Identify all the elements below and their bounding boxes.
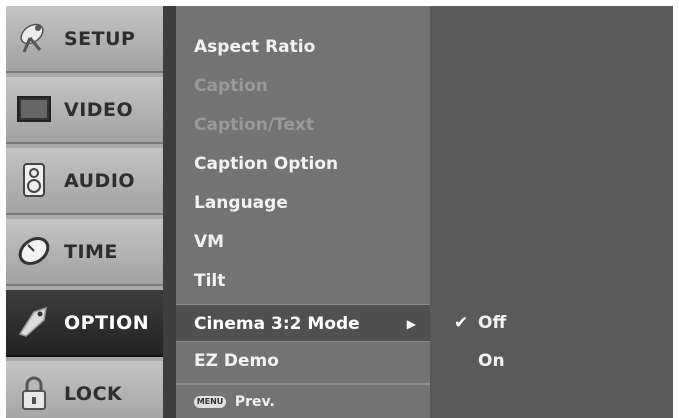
- tab-lock[interactable]: LOCK: [6, 361, 163, 418]
- tv-osd-screen: SETUP VIDEO AUDIO TIME OPTION LOCK Aspec…: [6, 6, 673, 418]
- menu-item-caption-option[interactable]: Caption Option: [176, 145, 430, 183]
- tab-label: LOCK: [64, 383, 123, 405]
- option-on[interactable]: On: [454, 342, 654, 380]
- menu-item-caption-text: Caption/Text: [194, 115, 315, 135]
- menu-item-label: Cinema 3:2 Mode: [194, 314, 360, 334]
- tab-label: VIDEO: [64, 99, 134, 121]
- menu-item-ez-demo[interactable]: EZ Demo: [176, 342, 430, 380]
- option-label: On: [478, 351, 505, 371]
- satellite-icon: [16, 20, 52, 56]
- menu-item-vm[interactable]: VM: [176, 223, 430, 261]
- speaker-icon: [16, 162, 52, 198]
- tv-icon: [16, 91, 52, 127]
- tag-icon: [16, 304, 52, 340]
- tab-video[interactable]: VIDEO: [6, 77, 163, 144]
- tab-option[interactable]: OPTION: [6, 290, 163, 357]
- menu-item-language[interactable]: Language: [176, 184, 430, 222]
- option-off[interactable]: ✔ Off: [454, 304, 654, 342]
- menu-item-cinema-mode[interactable]: Cinema 3:2 Mode ▶: [176, 304, 430, 342]
- tab-label: SETUP: [64, 28, 136, 50]
- arrow-right-icon: ▶: [406, 317, 416, 331]
- menu-item-tilt[interactable]: Tilt: [176, 262, 430, 300]
- menu-footer[interactable]: MENU Prev.: [176, 386, 430, 418]
- panel-divider: [163, 6, 176, 418]
- menu-item-aspect-ratio[interactable]: Aspect Ratio: [176, 28, 430, 66]
- clock-icon: [16, 233, 52, 269]
- option-label: Off: [478, 313, 507, 333]
- tab-label: OPTION: [64, 312, 150, 334]
- tab-audio[interactable]: AUDIO: [6, 148, 163, 215]
- padlock-icon: [16, 375, 52, 411]
- tab-setup[interactable]: SETUP: [6, 6, 163, 73]
- checkmark-icon: ✔: [454, 313, 469, 333]
- menu-key-icon: MENU: [194, 396, 226, 408]
- tab-label: TIME: [64, 241, 118, 263]
- option-menu: Aspect Ratio Caption Caption/Text Captio…: [176, 6, 430, 418]
- cinema-mode-submenu: ✔ Off On: [430, 6, 673, 418]
- tab-time[interactable]: TIME: [6, 219, 163, 286]
- tab-label: AUDIO: [64, 170, 136, 192]
- prev-label: Prev.: [234, 394, 275, 410]
- category-tabs: SETUP VIDEO AUDIO TIME OPTION LOCK: [6, 6, 163, 418]
- menu-item-caption: Caption: [194, 76, 268, 96]
- menu-separator: [176, 383, 430, 385]
